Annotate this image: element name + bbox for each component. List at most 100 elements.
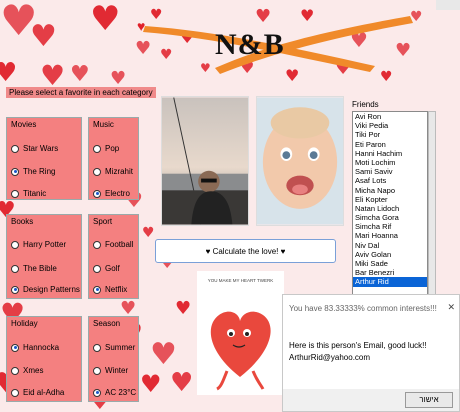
prompt-label: Please select a favorite in each categor… [6, 87, 156, 98]
radio-xmes[interactable]: Xmes [11, 366, 43, 375]
radio-button[interactable] [93, 240, 101, 249]
group-holiday: Holiday Hannocka Xmes Eid al-Adha [6, 316, 82, 402]
svg-text:♥: ♥ [137, 18, 145, 34]
group-music: Music Pop Mizrahit Electro [88, 117, 139, 200]
friend-list-item[interactable]: Natan Lidoch [353, 204, 427, 213]
friends-scrollbar[interactable] [428, 111, 436, 297]
result-message: Here is this person's Email, good luck!!… [289, 340, 427, 364]
twerking-heart-illustration [210, 311, 271, 391]
group-title: Books [11, 217, 34, 226]
result-dialog: You have 83.33333% common interests!!! ✕… [282, 294, 460, 412]
radio-button[interactable] [93, 189, 101, 198]
heart-decoration: ♥ [30, 19, 57, 54]
window-controls[interactable] [436, 0, 460, 10]
friend-list-item[interactable]: Aviv Golan [353, 250, 427, 259]
radio-button[interactable] [11, 144, 19, 153]
friend-list-item[interactable]: Avi Ron [353, 112, 427, 121]
heart-decoration: ♥ [70, 62, 90, 87]
friend-list-item[interactable]: Moti Lochim [353, 158, 427, 167]
radio-summer[interactable]: Summer [93, 343, 135, 352]
group-title: Sport [93, 217, 113, 226]
ok-button[interactable]: אישור [405, 392, 453, 408]
radio-button[interactable] [11, 189, 19, 198]
friend-list-item[interactable]: Hanni Hachim [353, 149, 427, 158]
logo-text: N&B [215, 28, 285, 61]
result-line-1: Here is this person's Email, good luck!! [289, 341, 427, 350]
radio-button[interactable] [11, 240, 19, 249]
radio-mizrahit[interactable]: Mizrahit [93, 167, 133, 176]
radio-button[interactable] [93, 366, 101, 375]
radio-button[interactable] [11, 167, 19, 176]
radio-button[interactable] [11, 388, 19, 397]
group-movies: Movies Star Wars The Ring Titanic [6, 117, 82, 200]
result-title: You have 83.33333% common interests!!! [289, 304, 437, 313]
group-title: Holiday [11, 319, 38, 328]
radio-netflix[interactable]: Netflix [93, 285, 127, 294]
heart-decoration: ♥ [140, 370, 162, 398]
friend-list-item[interactable]: Viki Pedia [353, 121, 427, 130]
radio-button[interactable] [93, 264, 101, 273]
radio-winter[interactable]: Winter [93, 366, 128, 375]
heart-card: YOU MAKE MY HEART TWERK [197, 271, 284, 395]
heart-decoration: ♥ [170, 368, 194, 398]
friend-photo [256, 96, 344, 226]
radio-eid-al-adha[interactable]: Eid al-Adha [11, 388, 64, 397]
radio-button[interactable] [93, 388, 101, 397]
heart-decoration: ♥ [90, 0, 121, 39]
radio-button[interactable] [11, 264, 19, 273]
radio-titanic[interactable]: Titanic [11, 189, 46, 198]
heart-decoration: ♥ [40, 59, 66, 92]
heart-decoration: ♥ [150, 337, 177, 372]
radio-the-ring[interactable]: The Ring [11, 167, 55, 176]
card-caption: YOU MAKE MY HEART TWERK [207, 278, 274, 283]
heart-decoration: ♥ [175, 298, 192, 319]
radio-ac[interactable]: AC 23°C [93, 388, 136, 397]
group-sport: Sport Football Golf Netflix [88, 214, 139, 299]
radio-pop[interactable]: Pop [93, 144, 119, 153]
friend-list-item[interactable]: Eti Paron [353, 140, 427, 149]
radio-star-wars[interactable]: Star Wars [11, 144, 58, 153]
calculate-love-button[interactable]: ♥ Calculate the love! ♥ [155, 239, 336, 263]
radio-design-patterns[interactable]: Design Patterns [11, 285, 80, 294]
radio-button[interactable] [93, 144, 101, 153]
friend-list-item[interactable]: Eli Kopter [353, 195, 427, 204]
radio-electro[interactable]: Electro [93, 189, 130, 198]
radio-the-bible[interactable]: The Bible [11, 264, 57, 273]
friend-list-item[interactable]: Simcha Rif [353, 222, 427, 231]
close-icon[interactable]: ✕ [447, 302, 455, 313]
user-photo [161, 96, 249, 226]
heart-decoration: ♥ [110, 68, 127, 89]
dialog-footer: אישור [283, 389, 459, 411]
friend-list-item[interactable]: Niv Dal [353, 241, 427, 250]
group-books: Books Harry Potter The Bible Design Patt… [6, 214, 82, 299]
friend-list-item[interactable]: Arthur Rid [353, 277, 427, 287]
friend-list-item[interactable]: Miki Sade [353, 259, 427, 268]
friend-list-item[interactable]: Tiki Por [353, 130, 427, 139]
friend-list-item[interactable]: Asaf Lots [353, 176, 427, 185]
group-title: Movies [11, 120, 37, 129]
friend-list-item[interactable]: Simcha Gora [353, 213, 427, 222]
group-title: Season [93, 319, 121, 328]
radio-button[interactable] [11, 343, 19, 352]
friend-list-item[interactable]: Sami Saviv [353, 167, 427, 176]
result-email: ArthurRid@yahoo.com [289, 353, 371, 362]
radio-hannocka[interactable]: Hannocka [11, 343, 59, 352]
app-window: ♥♥♥♥♥♥♥♥♥♥♥♥♥♥♥♥♥♥♥♥♥♥♥♥♥♥♥♥♥♥♥♥♥♥♥♥ ♥ N… [0, 0, 460, 412]
radio-golf[interactable]: Golf [93, 264, 120, 273]
group-season: Season Summer Winter AC 23°C [88, 316, 139, 402]
radio-harry-potter[interactable]: Harry Potter [11, 240, 66, 249]
radio-button[interactable] [11, 285, 19, 294]
radio-button[interactable] [93, 343, 101, 352]
friends-label: Friends [352, 100, 379, 109]
friends-list[interactable]: Avi Ron Viki Pedia Tiki Por Eti Paron Hanni … [352, 111, 428, 297]
friend-list-item[interactable]: Mari Hoanna [353, 231, 427, 240]
friend-list-item[interactable]: Micha Napo [353, 186, 427, 195]
radio-button[interactable] [93, 285, 101, 294]
friend-list-item[interactable]: Bar Benezri [353, 268, 427, 277]
group-title: Music [93, 120, 114, 129]
heart-decoration: ♥ [0, 58, 18, 88]
radio-button[interactable] [11, 366, 19, 375]
radio-football[interactable]: Football [93, 240, 133, 249]
radio-button[interactable] [93, 167, 101, 176]
heart-decoration: ♥ [142, 225, 155, 241]
